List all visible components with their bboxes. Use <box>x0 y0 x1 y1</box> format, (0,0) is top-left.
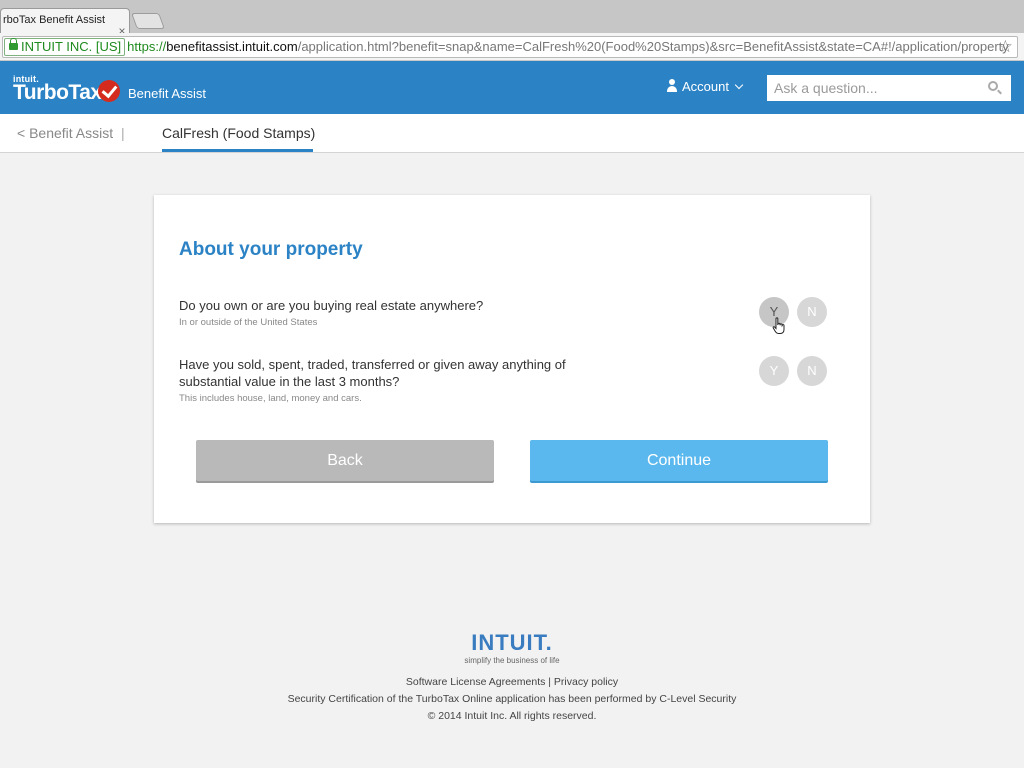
search-input[interactable] <box>767 75 1011 101</box>
url-scheme: https:// <box>127 39 167 54</box>
footer-links[interactable]: Software License Agreements | Privacy po… <box>0 676 1024 688</box>
ev-certificate-badge[interactable]: INTUIT INC. [US] <box>4 38 126 56</box>
back-button[interactable]: Back <box>196 440 494 481</box>
checkmark-icon <box>98 80 120 102</box>
nav-separator: | <box>121 125 125 141</box>
account-label: Account <box>682 79 729 94</box>
url-path: /application.html?benefit=snap&name=CalF… <box>297 39 1009 54</box>
question-text: Have you sold, spent, traded, transferre… <box>179 357 566 389</box>
bookmark-star-icon[interactable]: ☆ <box>998 37 1013 57</box>
page-title: About your property <box>179 239 363 260</box>
footer-tagline: simplify the business of life <box>464 656 560 665</box>
footer-brand: INTUIT. <box>471 630 553 655</box>
address-bar[interactable]: INTUIT INC. [US] https://benefitassist.in… <box>2 36 1018 58</box>
logo-product-text: Benefit Assist <box>128 86 207 101</box>
active-tab-indicator <box>162 149 313 152</box>
intuit-footer-logo: INTUIT. simplify the business of life <box>0 630 1024 666</box>
url-host: benefitassist.intuit.com <box>166 39 298 54</box>
sub-navigation: < Benefit Assist | CalFresh (Food Stamps… <box>0 114 1024 153</box>
transferred-assets-yes-button[interactable]: Y <box>759 356 789 386</box>
person-icon <box>666 79 678 92</box>
question-hint: This includes house, land, money and car… <box>179 393 362 404</box>
chevron-down-icon <box>734 80 744 90</box>
account-menu[interactable]: Account <box>666 79 744 94</box>
lock-icon <box>9 38 18 51</box>
browser-tab[interactable]: rboTax Benefit Assist × <box>0 8 130 33</box>
benefit-assist-back-link[interactable]: < Benefit Assist <box>17 125 113 141</box>
search-icon[interactable] <box>988 81 998 91</box>
footer-copyright: © 2014 Intuit Inc. All rights reserved. <box>427 710 597 722</box>
hand-cursor-icon <box>772 317 785 334</box>
question-text: Do you own or are you buying real estate… <box>179 298 484 313</box>
question-real-estate: Do you own or are you buying real estate… <box>179 297 599 328</box>
logo-brand-text: TurboTax <box>13 81 102 104</box>
new-tab-button[interactable] <box>131 13 165 29</box>
transferred-assets-no-button[interactable]: N <box>797 356 827 386</box>
browser-tab-title: rboTax Benefit Assist <box>3 14 106 26</box>
browser-tab-bar: rboTax Benefit Assist × <box>0 0 1024 33</box>
question-hint: In or outside of the United States <box>179 317 318 328</box>
continue-button[interactable]: Continue <box>530 440 828 481</box>
browser-toolbar: INTUIT INC. [US] https://benefitassist.in… <box>0 33 1024 61</box>
footer-security-note: Security Certification of the TurboTax O… <box>287 693 737 705</box>
property-question-card: About your property Do you own or are yo… <box>154 195 870 523</box>
tab-calfresh[interactable]: CalFresh (Food Stamps) <box>162 125 315 141</box>
real-estate-no-button[interactable]: N <box>797 297 827 327</box>
question-transferred-assets: Have you sold, spent, traded, transferre… <box>179 356 579 404</box>
close-icon[interactable]: × <box>116 20 128 33</box>
